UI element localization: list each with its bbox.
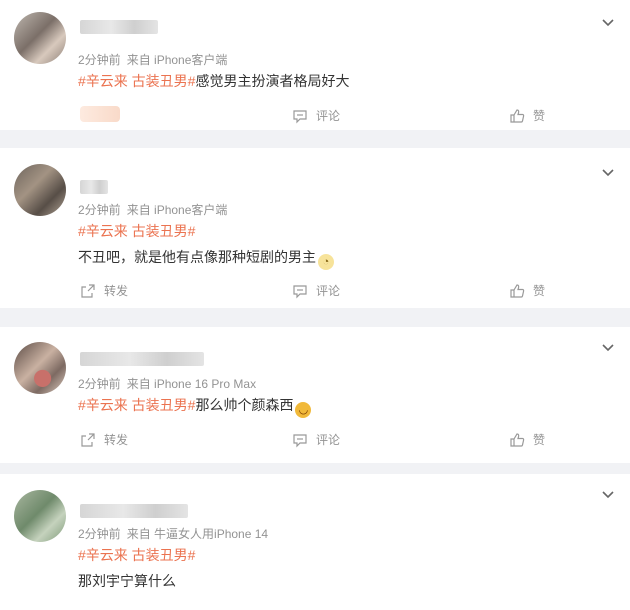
comment-label: 评论: [316, 109, 341, 123]
repost-button[interactable]: 转发: [80, 431, 128, 448]
post-content: 不丑吧，就是他有点像那种短剧的男主 ◔: [78, 247, 334, 270]
like-label: 赞: [533, 284, 546, 298]
repost-label: 转发: [104, 433, 129, 447]
post-time: 2分钟前: [78, 527, 121, 541]
post-meta: 2分钟前 来自 iPhone客户端: [78, 51, 233, 68]
post-text: 那刘宇宁算什么: [78, 573, 176, 589]
repost-label: 转发: [104, 284, 129, 298]
comment-label: 评论: [316, 433, 341, 447]
post-meta: 2分钟前 来自 牛逼女人用iPhone 14: [78, 525, 274, 542]
topic-tag[interactable]: #辛云来 古装丑男#: [78, 223, 195, 239]
post-content: 那刘宇宁算什么: [78, 571, 176, 591]
post-meta: 2分钟前 来自 iPhone 16 Pro Max: [78, 375, 262, 392]
post-source: 来自 iPhone客户端: [126, 203, 228, 217]
laughing-face-emoji: ◡: [295, 402, 312, 418]
nickname-blurred[interactable]: [80, 20, 158, 34]
avatar[interactable]: [14, 490, 66, 542]
comment-button[interactable]: 评论: [292, 431, 340, 448]
thumbs-up-icon: [510, 108, 525, 123]
repost-icon: [81, 432, 95, 447]
post-text: 不丑吧，就是他有点像那种短剧的男主: [78, 249, 316, 265]
nickname-blurred[interactable]: [80, 352, 204, 366]
thumbs-up-icon: [510, 432, 525, 447]
comment-button[interactable]: 评论: [292, 282, 340, 299]
topic-line: #辛云来 古装丑男#: [78, 545, 195, 565]
post-time: 2分钟前: [78, 203, 121, 217]
comment-icon: [293, 433, 307, 447]
repost-icon: [81, 283, 95, 298]
like-button[interactable]: 赞: [509, 431, 545, 448]
repost-button[interactable]: 转发: [80, 282, 128, 299]
smug-face-emoji: ◔: [318, 254, 334, 270]
comment-icon: [293, 109, 307, 123]
like-button[interactable]: 赞: [509, 107, 545, 124]
topic-tag[interactable]: #辛云来 古装丑男#: [78, 397, 195, 413]
like-label: 赞: [533, 109, 546, 123]
avatar[interactable]: [14, 164, 66, 216]
post-source: 来自 iPhone客户端: [126, 53, 228, 67]
post-time: 2分钟前: [78, 377, 121, 391]
like-label: 赞: [533, 433, 546, 447]
chevron-down-icon[interactable]: [600, 14, 616, 30]
nickname-blurred[interactable]: [80, 180, 108, 194]
comment-icon: [293, 284, 307, 298]
post-meta: 2分钟前 来自 iPhone客户端: [78, 201, 233, 218]
comment-button[interactable]: 评论: [292, 107, 340, 124]
topic-tag[interactable]: #辛云来 古装丑男#: [78, 547, 195, 563]
weibo-feed: 2分钟前 来自 iPhone客户端 #辛云来 古装丑男#感觉男主扮演者格局好大 评…: [0, 0, 630, 610]
post-source: 来自 iPhone 16 Pro Max: [126, 377, 257, 391]
chevron-down-icon[interactable]: [600, 164, 616, 180]
like-button[interactable]: 赞: [509, 282, 545, 299]
blurred-image: [80, 106, 120, 122]
post-source: 来自 牛逼女人用iPhone 14: [126, 527, 269, 541]
topic-tag[interactable]: #辛云来 古装丑男#: [78, 73, 195, 89]
avatar[interactable]: [14, 342, 66, 394]
post-content: #辛云来 古装丑男#那么帅个颜森西 ◡: [78, 395, 312, 418]
thumbs-up-icon: [510, 283, 525, 298]
post-card: 2分钟前 来自 牛逼女人用iPhone 14 #辛云来 古装丑男# 那刘宇宁算什么: [0, 474, 630, 610]
post-content: #辛云来 古装丑男#感觉男主扮演者格局好大: [78, 71, 349, 91]
chevron-down-icon[interactable]: [600, 486, 616, 502]
avatar[interactable]: [14, 12, 66, 64]
topic-line: #辛云来 古装丑男#: [78, 221, 195, 241]
comment-label: 评论: [316, 284, 341, 298]
post-text: 那么帅个颜森西: [195, 397, 294, 413]
nickname-blurred[interactable]: [80, 504, 188, 518]
post-text: 感觉男主扮演者格局好大: [195, 73, 350, 89]
chevron-down-icon[interactable]: [600, 339, 616, 355]
post-card: 2分钟前 来自 iPhone客户端 #辛云来 古装丑男#感觉男主扮演者格局好大 评…: [0, 0, 630, 130]
post-time: 2分钟前: [78, 53, 121, 67]
post-card: 2分钟前 来自 iPhone 16 Pro Max #辛云来 古装丑男#那么帅个颜…: [0, 327, 630, 463]
post-card: 2分钟前 来自 iPhone客户端 #辛云来 古装丑男# 不丑吧，就是他有点像那种…: [0, 148, 630, 308]
